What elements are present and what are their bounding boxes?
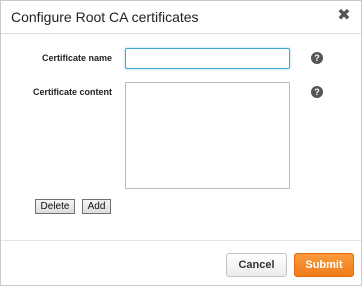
certificate-content-label: Certificate content — [32, 87, 112, 97]
help-icon[interactable]: ? — [311, 86, 323, 98]
configure-root-ca-dialog: Configure Root CA certificates ✖ Certifi… — [0, 0, 362, 286]
cancel-button[interactable]: Cancel — [226, 253, 287, 277]
certificate-name-label: Certificate name — [41, 53, 112, 63]
dialog-title: Configure Root CA certificates — [11, 9, 199, 25]
certificate-content-textarea[interactable] — [125, 82, 290, 189]
delete-button[interactable]: Delete — [35, 199, 75, 214]
help-icon[interactable]: ? — [311, 52, 323, 64]
submit-button[interactable]: Submit — [294, 253, 354, 277]
close-icon[interactable]: ✖ — [336, 7, 352, 25]
certificate-name-input[interactable] — [125, 48, 290, 69]
add-button[interactable]: Add — [82, 199, 111, 214]
footer-divider — [1, 240, 361, 241]
dialog-header: Configure Root CA certificates ✖ — [1, 1, 361, 34]
